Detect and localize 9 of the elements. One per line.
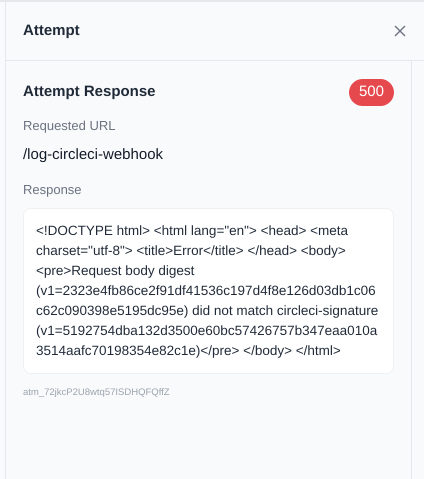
status-code-badge: 500 — [348, 79, 394, 106]
panel-title: Attempt — [23, 20, 80, 41]
close-icon — [394, 25, 406, 37]
attempt-id: atm_72jkcP2U8wtq57ISDHQFQffZ — [23, 386, 171, 400]
field-label: Requested URL — [23, 117, 116, 135]
section-heading: Attempt Response — [23, 82, 156, 102]
response-body: <!DOCTYPE html> <html lang="en"> <head> <meta charset="utf-8"> <title>Error</title> </head> <body> <pre>Request body digest (v1=2323e4fb86ce2f91df41536c197d4f8e126d03db1c06c62c090398e5195dc95e) did not match circleci-signature (v1=5192754dba132d3500e60bc57426757b347eaa010a3514aafc70198354e82c1e)</pre> </body> </html> — [36, 222, 380, 360]
requested-url: /log-circleci-webhook — [23, 144, 164, 164]
field-label: Response — [23, 181, 83, 199]
